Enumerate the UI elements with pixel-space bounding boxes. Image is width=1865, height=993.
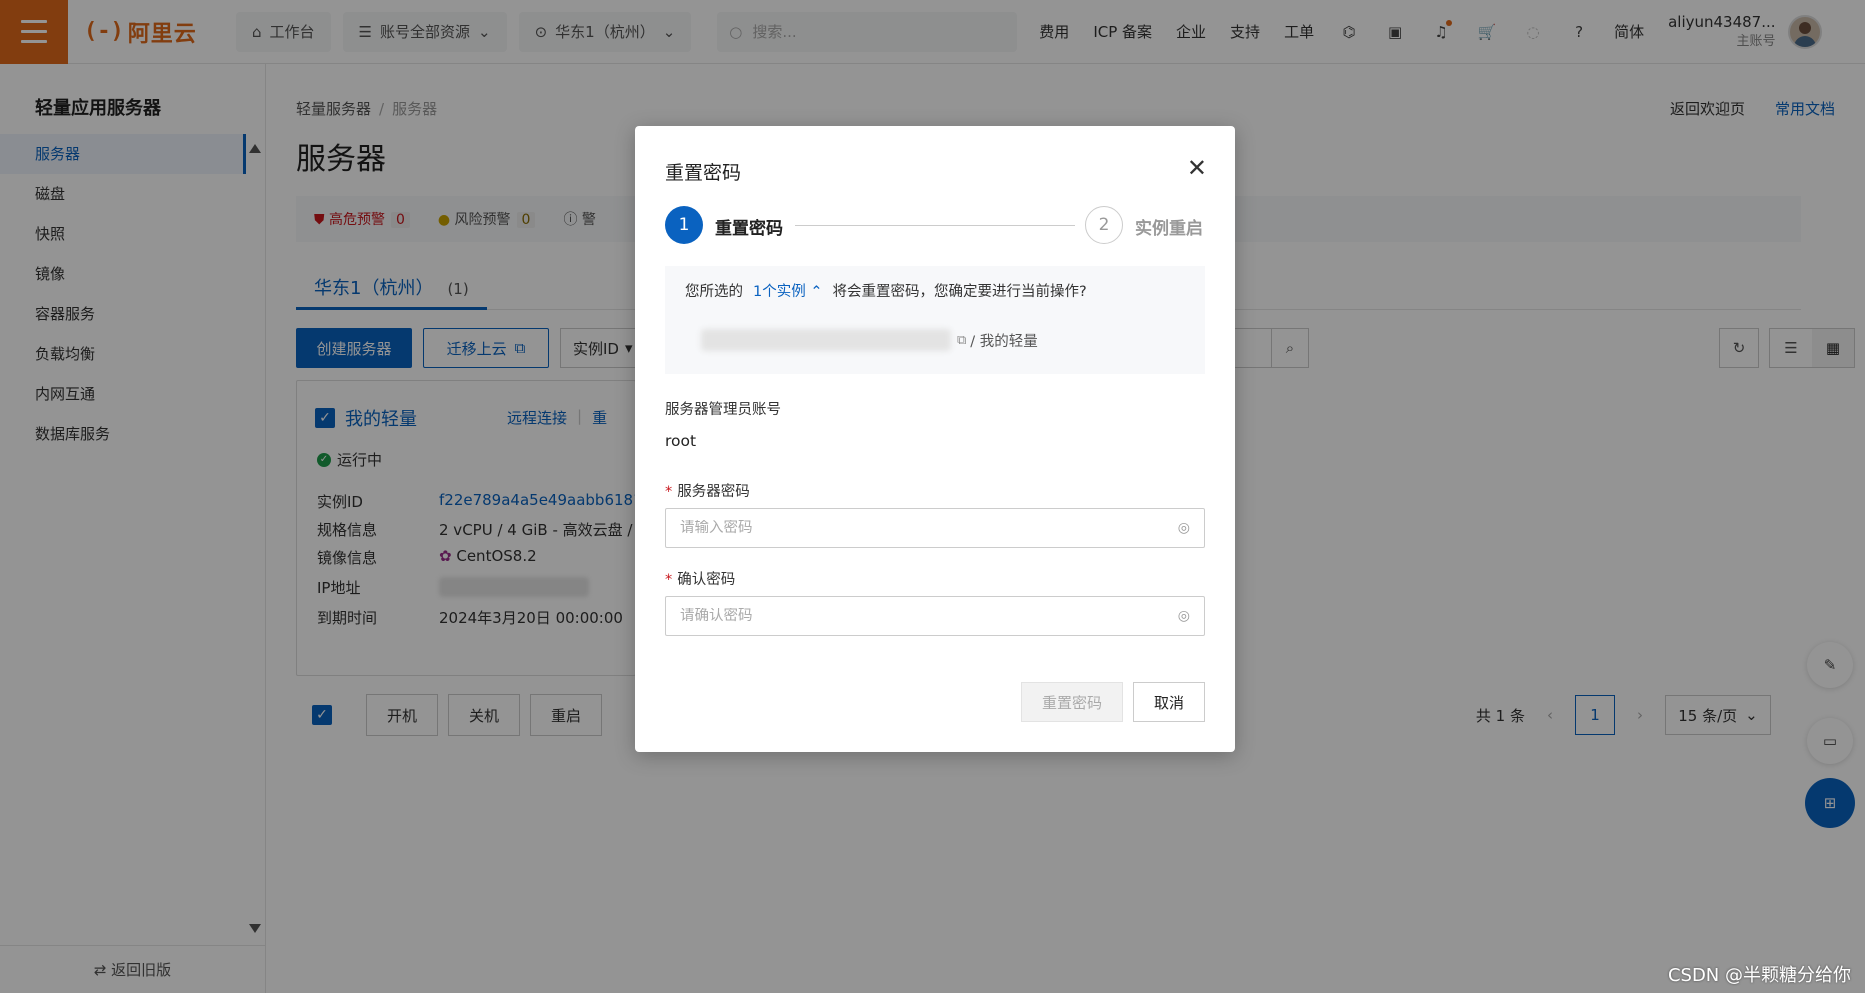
password-input[interactable] — [680, 520, 1160, 536]
reset-password-dialog: 重置密码 ✕ 1 重置密码 2 实例重启 您所选的 1个实例 ⌃ 将会重置密码，… — [635, 126, 1235, 752]
step-1-circle: 1 — [665, 206, 703, 244]
step-indicator: 1 重置密码 2 实例重启 — [665, 206, 1205, 246]
password-label: * 服务器密码 — [665, 484, 750, 500]
dialog-title: 重置密码 — [665, 162, 742, 184]
eye-off-icon[interactable]: ◎ — [1178, 608, 1190, 624]
close-icon[interactable]: ✕ — [1187, 156, 1207, 180]
watermark: CSDN @半颗糖分给你 — [1667, 965, 1851, 986]
selected-instances-info: 您所选的 1个实例 ⌃ 将会重置密码，您确定要进行当前操作? ⧉ / 我的轻量 — [665, 266, 1205, 374]
confirm-password-input[interactable] — [680, 608, 1160, 624]
instance-count-toggle[interactable]: 1个实例 ⌃ — [753, 280, 823, 301]
copy-icon[interactable]: ⧉ — [957, 333, 966, 348]
password-field[interactable]: ◎ — [665, 508, 1205, 548]
chevron-up-icon: ⌃ — [810, 284, 823, 300]
confirm-text: 您所选的 1个实例 ⌃ 将会重置密码，您确定要进行当前操作? — [685, 280, 1087, 301]
dialog-footer: 重置密码 取消 — [1020, 682, 1205, 722]
cancel-button[interactable]: 取消 — [1132, 682, 1205, 722]
step-2-label: 实例重启 — [1135, 219, 1203, 239]
step-connector — [795, 225, 1075, 226]
reset-password-submit-button[interactable]: 重置密码 — [1020, 682, 1123, 722]
admin-account-value: root — [665, 432, 697, 450]
instance-name: / 我的轻量 — [970, 333, 1038, 350]
step-2-circle: 2 — [1085, 206, 1123, 244]
confirm-password-field[interactable]: ◎ — [665, 596, 1205, 636]
instance-id-redacted — [701, 329, 951, 351]
instance-row: ⧉ / 我的轻量 — [701, 320, 1185, 360]
admin-account-label: 服务器管理员账号 — [665, 402, 781, 418]
eye-off-icon[interactable]: ◎ — [1178, 520, 1190, 536]
confirm-password-label: * 确认密码 — [665, 572, 736, 588]
step-1-label: 重置密码 — [715, 219, 783, 239]
